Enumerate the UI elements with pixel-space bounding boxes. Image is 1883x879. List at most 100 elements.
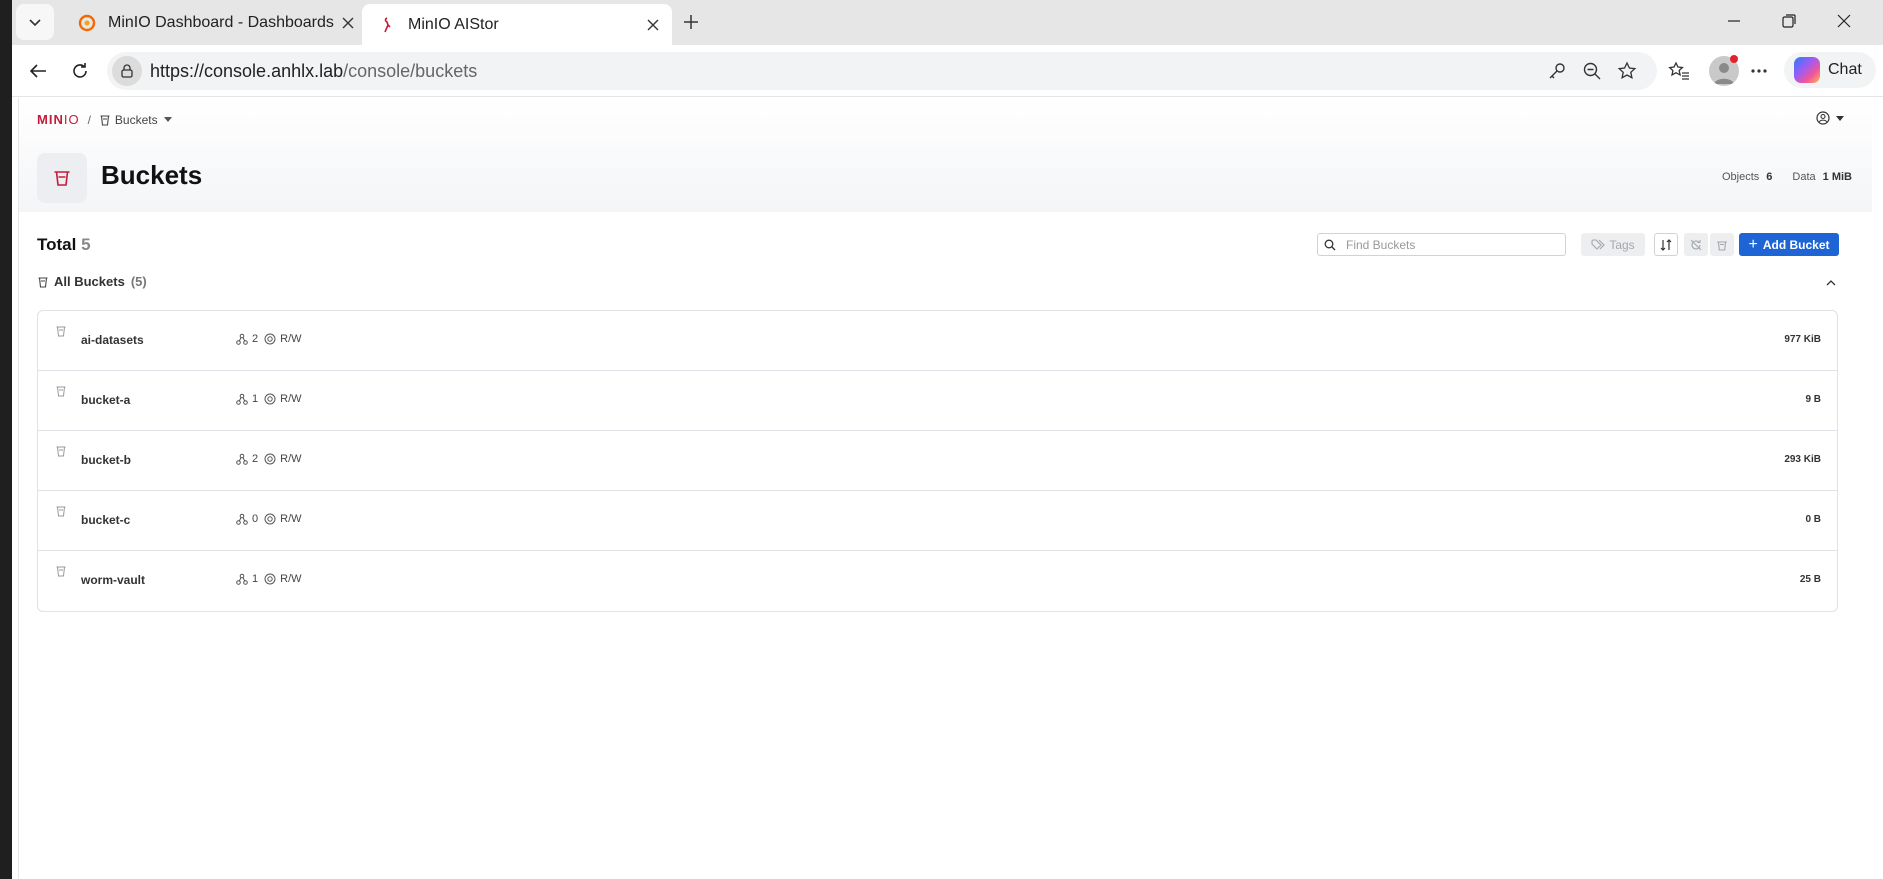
- bucket-replicas: 2: [252, 333, 259, 345]
- bucket-row[interactable]: bucket-c 0 R/W 0 B: [38, 491, 1837, 551]
- zoom-out-button[interactable]: [1577, 56, 1607, 86]
- bucket-row[interactable]: bucket-a 1 R/W 9 B: [38, 371, 1837, 431]
- tab-minio-dashboard[interactable]: MinIO Dashboard - Dashboards - G: [62, 4, 367, 41]
- close-icon[interactable]: [642, 14, 664, 36]
- new-tab-button[interactable]: [676, 8, 706, 36]
- close-window-button[interactable]: [1824, 6, 1864, 36]
- password-key-button[interactable]: [1542, 56, 1572, 86]
- favorite-button[interactable]: [1612, 56, 1642, 86]
- page-title-icon: [37, 153, 87, 203]
- access-icon: [264, 573, 276, 585]
- bucket-name[interactable]: bucket-c: [81, 513, 130, 527]
- search-icon: [1324, 239, 1344, 251]
- minimize-button[interactable]: [1714, 6, 1754, 36]
- reload-icon: [73, 63, 87, 78]
- access-icon: [264, 333, 276, 345]
- copilot-chat-button[interactable]: Chat: [1784, 52, 1876, 88]
- replication-icon: [236, 573, 248, 585]
- bucket-meta: 2 R/W: [236, 453, 302, 465]
- access-icon: [264, 453, 276, 465]
- bucket-name[interactable]: bucket-b: [81, 453, 131, 467]
- chevron-down-icon: [29, 19, 41, 27]
- logo-main: MIN: [37, 112, 64, 127]
- sort-button[interactable]: [1654, 233, 1678, 256]
- user-circle-icon: [1816, 111, 1830, 125]
- minio-logo[interactable]: MINIO: [37, 112, 80, 127]
- group-count: (5): [130, 274, 147, 289]
- bucket-row[interactable]: worm-vault 1 R/W 25 B: [38, 551, 1837, 611]
- add-bucket-button[interactable]: + Add Bucket: [1739, 233, 1839, 256]
- url-host: https://console.anhlx.lab: [150, 60, 344, 81]
- grafana-icon: [78, 14, 96, 31]
- reload-button[interactable]: [64, 55, 96, 87]
- add-bucket-label: Add Bucket: [1762, 237, 1830, 252]
- bucket-icon: [56, 506, 66, 517]
- bucket-row[interactable]: bucket-b 2 R/W 293 KiB: [38, 431, 1837, 491]
- bucket-replicas: 0: [252, 513, 259, 525]
- refresh-button[interactable]: [1684, 233, 1708, 256]
- plus-icon: +: [1748, 235, 1758, 253]
- bucket-meta: 2 R/W: [236, 333, 302, 345]
- usage-stats: Objects 6 Data 1 MiB: [1722, 171, 1852, 183]
- logo-suffix: IO: [63, 112, 80, 127]
- bucket-meta: 0 R/W: [236, 513, 302, 525]
- tag-icon: [1591, 238, 1606, 250]
- zoom-out-icon: [1583, 62, 1601, 80]
- tab-actions-button[interactable]: [16, 4, 54, 40]
- minio-console-page: MINIO / Buckets Buckets Objects 6 Data 1 M…: [18, 98, 1872, 879]
- replication-icon: [236, 453, 248, 465]
- plus-icon: [684, 15, 698, 29]
- bucket-name[interactable]: worm-vault: [81, 573, 145, 587]
- tab-minio-aistor[interactable]: MinIO AIStor: [362, 4, 672, 45]
- caret-down-icon[interactable]: [163, 117, 172, 122]
- chevron-up-icon[interactable]: [1824, 276, 1838, 290]
- arrow-left-icon: [29, 64, 46, 78]
- bucket-row[interactable]: ai-datasets 2 R/W 977 KiB: [38, 311, 1837, 371]
- bucket-access: R/W: [280, 393, 302, 405]
- access-icon: [264, 393, 276, 405]
- sort-icon: [1660, 238, 1672, 251]
- restore-button[interactable]: [1769, 6, 1809, 36]
- total-count: Total 5: [37, 235, 91, 255]
- tags-button[interactable]: Tags: [1581, 233, 1645, 256]
- access-icon: [264, 513, 276, 525]
- bucket-meta: 1 R/W: [236, 393, 302, 405]
- find-buckets-search[interactable]: [1317, 233, 1566, 256]
- close-icon[interactable]: [337, 12, 359, 34]
- favorites-button[interactable]: [1663, 55, 1695, 87]
- bucket-access: R/W: [280, 513, 302, 525]
- url-text: https://console.anhlx.lab/console/bucket…: [150, 61, 477, 82]
- group-label: All Buckets: [54, 274, 125, 289]
- browser-toolbar: https://console.anhlx.lab/console/bucket…: [12, 45, 1883, 97]
- objects-label: Objects: [1721, 171, 1760, 183]
- bucket-icon: [54, 171, 70, 186]
- address-bar[interactable]: https://console.anhlx.lab/console/bucket…: [107, 52, 1657, 90]
- bucket-meta: 1 R/W: [236, 573, 302, 585]
- close-icon: [1837, 14, 1851, 28]
- bucket-name[interactable]: ai-datasets: [81, 333, 144, 347]
- data-label: Data: [1792, 171, 1816, 183]
- user-menu-button[interactable]: [1816, 111, 1844, 125]
- all-buckets-group[interactable]: All Buckets (5): [37, 274, 147, 289]
- more-menu-button[interactable]: [1743, 55, 1775, 87]
- breadcrumb: MINIO / Buckets: [37, 112, 172, 127]
- page-header: MINIO / Buckets Buckets Objects 6 Data 1 M…: [19, 98, 1872, 212]
- restore-icon: [1782, 14, 1796, 28]
- objects-stat: Objects 6: [1722, 171, 1772, 183]
- bucket-access: R/W: [280, 333, 302, 345]
- minio-flamingo-icon: [384, 16, 391, 32]
- delete-buckets-button[interactable]: [1710, 233, 1734, 256]
- bucket-size: 0 B: [1805, 514, 1821, 525]
- bucket-name[interactable]: bucket-a: [81, 393, 130, 407]
- bucket-replicas: 2: [252, 453, 259, 465]
- key-icon: [1549, 63, 1565, 79]
- total-value: 5: [81, 235, 91, 254]
- search-input[interactable]: [1346, 237, 1556, 252]
- back-button[interactable]: [22, 55, 54, 87]
- breadcrumb-current[interactable]: Buckets: [115, 113, 158, 127]
- bucket-replicas: 1: [252, 573, 259, 585]
- url-path: /console/buckets: [343, 60, 478, 81]
- objects-value: 6: [1766, 171, 1773, 183]
- site-info-button[interactable]: [112, 56, 142, 86]
- replication-icon: [236, 513, 248, 525]
